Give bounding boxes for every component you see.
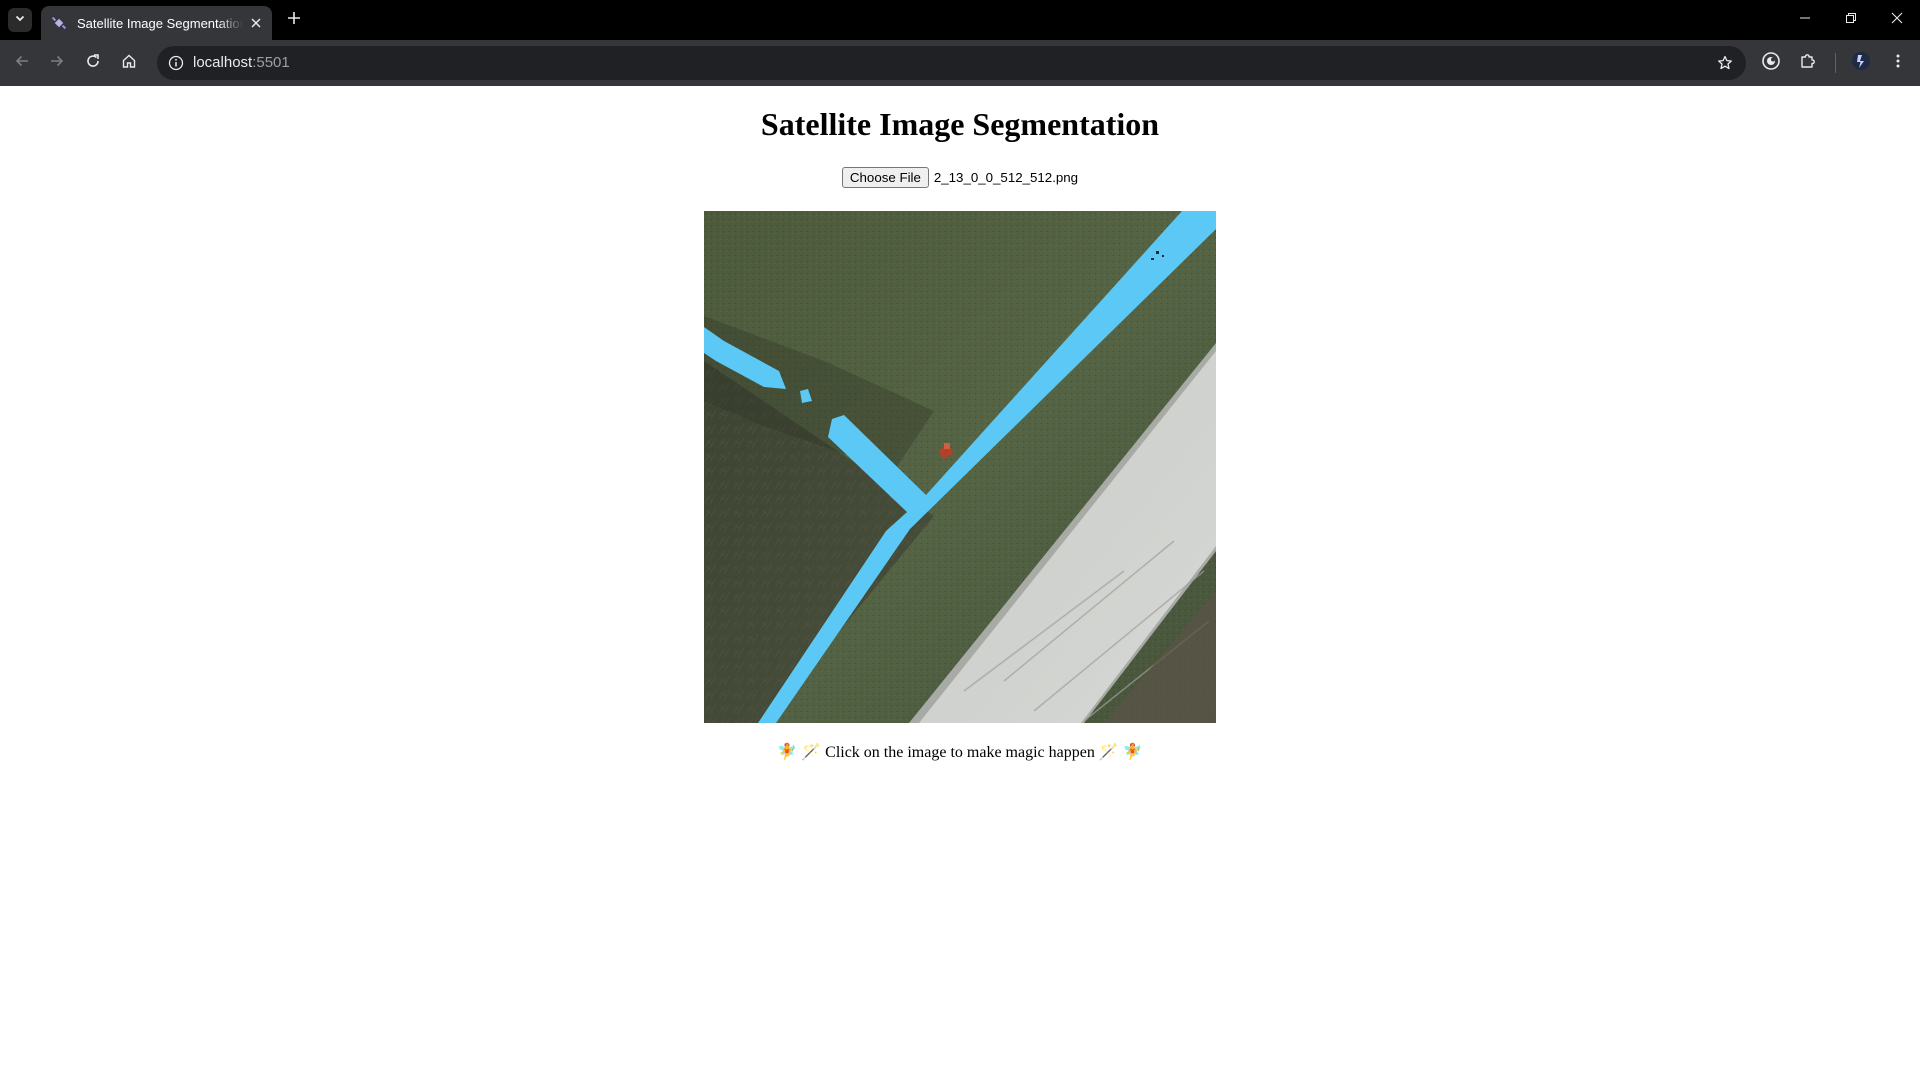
satellite-image-with-segmentation-mask[interactable] bbox=[704, 211, 1216, 723]
close-icon bbox=[1891, 11, 1903, 29]
kebab-menu-icon bbox=[1890, 53, 1906, 74]
minimize-icon bbox=[1799, 11, 1811, 29]
browser-toolbar: localhost:5501 bbox=[0, 40, 1920, 86]
address-bar[interactable]: localhost:5501 bbox=[157, 46, 1746, 80]
url-port: :5501 bbox=[252, 54, 290, 71]
forward-button[interactable] bbox=[45, 51, 69, 75]
url-text: localhost:5501 bbox=[193, 46, 290, 80]
back-button[interactable] bbox=[10, 51, 34, 75]
browser-menu-button[interactable] bbox=[1886, 51, 1910, 75]
info-icon[interactable] bbox=[167, 54, 185, 72]
tab-title: Satellite Image Segmentation bbox=[77, 15, 243, 31]
page-content: Satellite Image Segmentation Choose File… bbox=[0, 86, 1920, 1080]
home-icon bbox=[121, 53, 137, 74]
file-input[interactable]: Choose File 2_13_0_0_512_512.png bbox=[0, 167, 1920, 188]
extension-circle-icon bbox=[1761, 51, 1781, 76]
instruction-caption: 🧚 🪄 Click on the image to make magic hap… bbox=[777, 744, 1143, 761]
puzzle-icon bbox=[1799, 52, 1817, 75]
profile-icon bbox=[1851, 51, 1871, 76]
extension-button[interactable] bbox=[1759, 51, 1783, 75]
page-title: Satellite Image Segmentation bbox=[760, 106, 1160, 142]
selected-file-name: 2_13_0_0_512_512.png bbox=[933, 170, 1079, 185]
satellite-image[interactable] bbox=[704, 211, 1216, 723]
reload-icon bbox=[85, 53, 101, 74]
arrow-right-icon bbox=[49, 53, 65, 74]
close-icon[interactable] bbox=[248, 15, 264, 31]
close-window-button[interactable] bbox=[1883, 8, 1911, 32]
extensions-menu-button[interactable] bbox=[1796, 51, 1820, 75]
choose-file-button[interactable]: Choose File bbox=[841, 167, 929, 188]
toolbar-divider bbox=[1835, 53, 1836, 73]
star-icon[interactable] bbox=[1716, 54, 1734, 72]
minimize-button[interactable] bbox=[1791, 8, 1819, 32]
restore-button[interactable] bbox=[1837, 8, 1865, 32]
plus-icon bbox=[287, 11, 301, 30]
new-tab-button[interactable] bbox=[283, 9, 305, 31]
arrow-left-icon bbox=[14, 53, 30, 74]
tab-search-button[interactable] bbox=[8, 8, 32, 32]
chevron-down-icon bbox=[14, 11, 26, 29]
home-button[interactable] bbox=[117, 51, 141, 75]
browser-tab-active[interactable]: Satellite Image Segmentation bbox=[41, 6, 272, 40]
url-host: localhost bbox=[193, 54, 253, 71]
satellite-favicon-icon bbox=[51, 15, 67, 31]
restore-icon bbox=[1845, 11, 1857, 29]
browser-tab-bar: Satellite Image Segmentation bbox=[0, 0, 1920, 40]
reload-button[interactable] bbox=[81, 51, 105, 75]
profile-button[interactable] bbox=[1849, 51, 1873, 75]
